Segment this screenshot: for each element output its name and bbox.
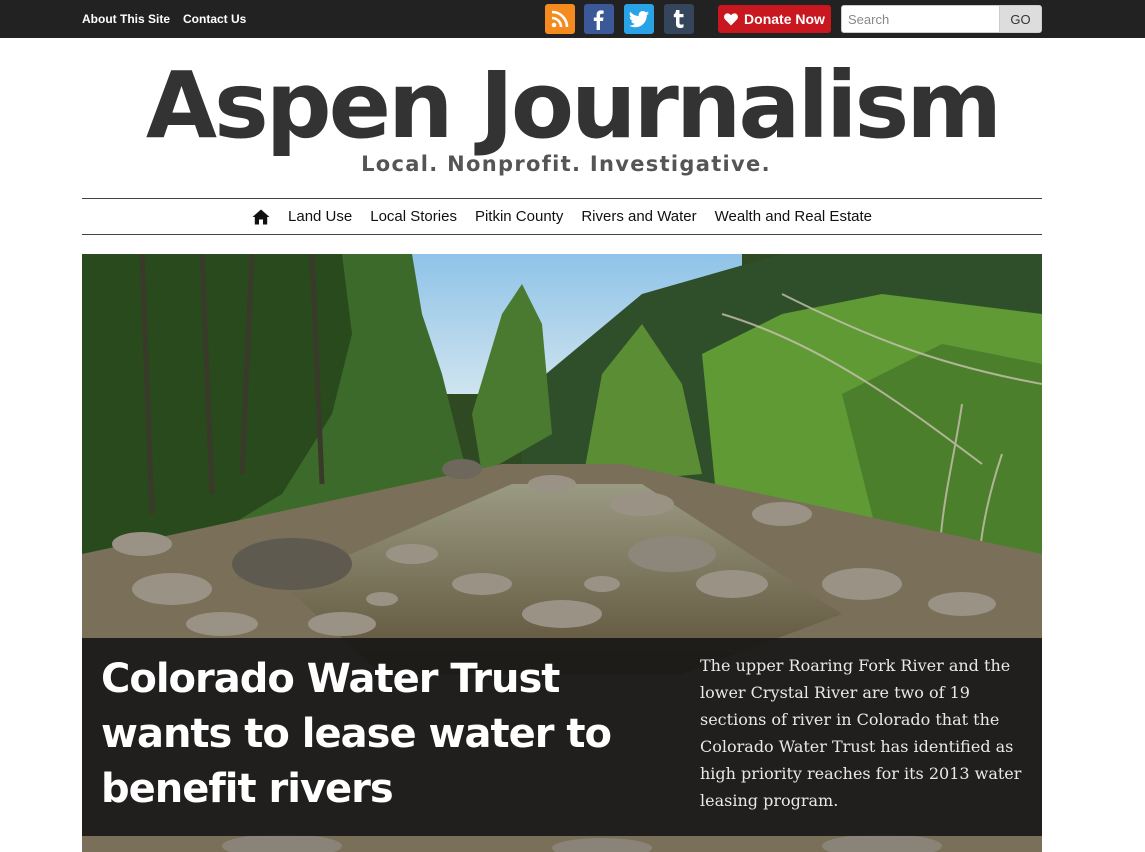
- rss-icon[interactable]: [545, 4, 575, 34]
- nav-item-local-stories[interactable]: Local Stories: [370, 208, 457, 225]
- twitter-icon[interactable]: [624, 4, 654, 34]
- search-form: GO: [841, 5, 1042, 33]
- nav-item-rivers-and-water[interactable]: Rivers and Water: [581, 208, 696, 225]
- about-link[interactable]: About This Site: [82, 12, 170, 26]
- nav-item-land-use[interactable]: Land Use: [288, 208, 352, 225]
- home-icon[interactable]: [252, 209, 270, 225]
- search-input[interactable]: [842, 6, 1000, 32]
- contact-link[interactable]: Contact Us: [183, 12, 246, 26]
- donate-button[interactable]: Donate Now: [718, 5, 831, 33]
- nav-item-wealth-and-real-estate[interactable]: Wealth and Real Estate: [715, 208, 872, 225]
- story-caption: Colorado Water Trust wants to lease wate…: [82, 638, 1042, 836]
- main-nav: Land Use Local Stories Pitkin County Riv…: [82, 198, 1042, 235]
- top-bar: About This Site Contact Us Donate Now GO: [0, 0, 1145, 38]
- site-tagline: Local. Nonprofit. Investigative.: [361, 152, 771, 176]
- featured-story[interactable]: Colorado Water Trust wants to lease wate…: [82, 254, 1042, 852]
- nav-item-pitkin-county[interactable]: Pitkin County: [475, 208, 563, 225]
- story-headline[interactable]: Colorado Water Trust wants to lease wate…: [101, 652, 621, 817]
- site-logo[interactable]: Aspen Journalism: [0, 50, 1145, 162]
- donate-label: Donate Now: [744, 11, 825, 27]
- search-go-button[interactable]: GO: [999, 6, 1041, 32]
- story-summary: The upper Roaring Fork River and the low…: [700, 656, 1022, 810]
- heart-icon: [724, 12, 738, 25]
- tumblr-icon[interactable]: [664, 4, 694, 34]
- facebook-icon[interactable]: [584, 4, 614, 34]
